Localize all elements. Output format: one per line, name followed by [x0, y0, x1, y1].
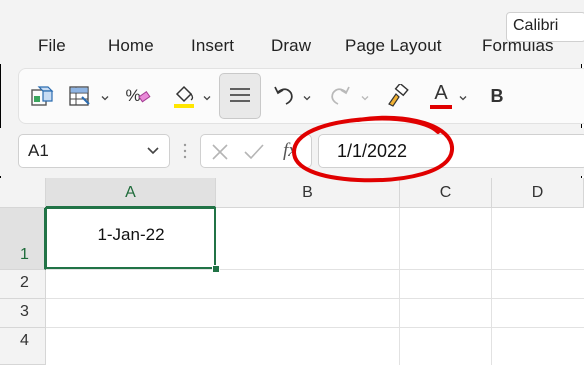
chevron-down-icon[interactable]	[459, 94, 467, 102]
gridline	[46, 298, 584, 299]
menu-file[interactable]: File	[38, 36, 66, 56]
row-header-1[interactable]: 1	[0, 208, 46, 270]
enter-check-icon[interactable]	[243, 143, 265, 161]
spreadsheet-grid: A B C D 1 2 3 4 1-Jan-22	[0, 178, 584, 365]
grip-icon[interactable]	[182, 142, 188, 160]
name-box[interactable]: A1	[18, 134, 170, 168]
menu-insert[interactable]: Insert	[191, 36, 234, 56]
chevron-down-icon[interactable]	[361, 94, 369, 102]
format-table-icon[interactable]	[65, 69, 95, 123]
menu-page-layout[interactable]: Page Layout	[345, 36, 442, 56]
align-button[interactable]	[219, 73, 261, 119]
select-all-corner[interactable]	[0, 178, 46, 208]
column-header-a[interactable]: A	[46, 178, 216, 208]
column-header-d[interactable]: D	[492, 178, 584, 208]
font-name-label: Calibri	[513, 17, 559, 34]
clear-format-icon[interactable]: %	[123, 69, 153, 123]
chevron-down-icon[interactable]	[303, 94, 311, 102]
cube-icon[interactable]	[27, 69, 57, 123]
cell-a1-value: 1-Jan-22	[97, 225, 165, 244]
menu-home[interactable]: Home	[108, 36, 154, 56]
gridline	[46, 327, 584, 328]
cancel-icon[interactable]	[211, 143, 229, 161]
align-center-icon	[230, 88, 250, 102]
annotation-circle	[291, 115, 454, 183]
gridline	[399, 208, 400, 365]
chevron-down-icon[interactable]	[147, 146, 159, 156]
menu-bar: File Home Insert Draw Page Layout Formul…	[0, 0, 584, 64]
fill-handle[interactable]	[212, 265, 220, 273]
row-header-2[interactable]: 2	[0, 270, 46, 299]
bold-label: B	[490, 85, 504, 106]
chevron-down-icon[interactable]	[101, 94, 109, 102]
row-header-3[interactable]: 3	[0, 299, 46, 328]
name-box-value: A1	[28, 141, 49, 160]
bold-button[interactable]: B	[483, 69, 511, 123]
fill-color-icon[interactable]	[169, 69, 199, 123]
chevron-down-icon[interactable]	[203, 94, 211, 102]
gridline	[491, 208, 492, 365]
row-header-4[interactable]: 4	[0, 328, 46, 365]
font-color-label: A	[434, 82, 448, 104]
gridline	[46, 269, 584, 270]
font-name-select[interactable]: Calibri	[506, 12, 584, 42]
menu-draw[interactable]: Draw	[271, 36, 311, 56]
